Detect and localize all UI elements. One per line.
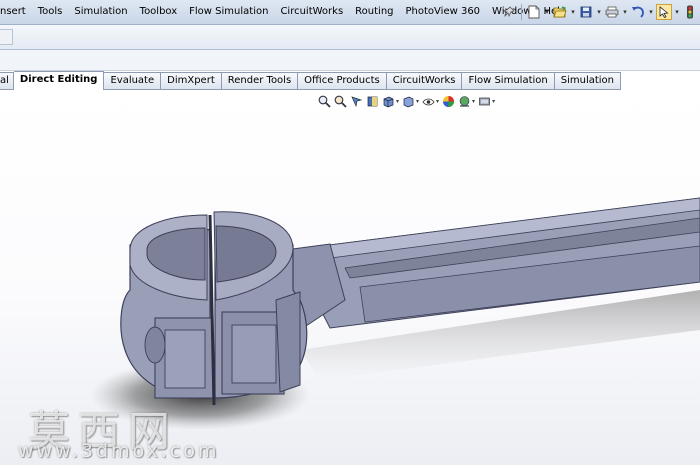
- select-dropdown-chevron-icon[interactable]: ▾: [674, 8, 680, 16]
- tab-features[interactable]: al: [0, 72, 14, 90]
- bolt-boss-right-face: [231, 324, 277, 384]
- open-dropdown-chevron-icon[interactable]: ▾: [570, 8, 576, 16]
- print-icon[interactable]: [604, 4, 620, 20]
- menu-toolbox[interactable]: Toolbox: [134, 0, 184, 24]
- zoom-area-icon[interactable]: [334, 95, 347, 108]
- new-dropdown-chevron-icon[interactable]: ▾: [544, 8, 550, 16]
- undo-dropdown-chevron-icon[interactable]: ▾: [648, 8, 654, 16]
- secondary-toolbar: [0, 25, 700, 50]
- menu-flow-simulation[interactable]: Flow Simulation: [183, 0, 274, 24]
- select-icon[interactable]: [656, 4, 672, 20]
- edit-appearance-icon[interactable]: [442, 95, 455, 108]
- menu-photoview-360[interactable]: PhotoView 360: [400, 0, 487, 24]
- display-style-icon[interactable]: [402, 95, 415, 108]
- save-icon[interactable]: [578, 4, 594, 20]
- tab-dimxpert[interactable]: DimXpert: [161, 72, 222, 90]
- menu-routing[interactable]: Routing: [349, 0, 399, 24]
- pin-icon[interactable]: [501, 4, 517, 20]
- traffic-light-icon[interactable]: [682, 4, 698, 20]
- apply-scene-dropdown-icon[interactable]: ▾: [472, 98, 475, 105]
- tab-circuitworks[interactable]: CircuitWorks: [386, 72, 463, 90]
- tab-evaluate[interactable]: Evaluate: [104, 72, 162, 90]
- tab-render-tools[interactable]: Render Tools: [221, 72, 299, 90]
- section-view-icon[interactable]: [366, 95, 379, 108]
- pin-detail: [144, 326, 166, 364]
- print-dropdown-chevron-icon[interactable]: ▾: [622, 8, 628, 16]
- new-document-icon[interactable]: [526, 4, 542, 20]
- view-settings-dropdown-icon[interactable]: ▾: [492, 98, 495, 105]
- previous-view-icon[interactable]: [350, 95, 363, 108]
- menu-tools[interactable]: Tools: [32, 0, 69, 24]
- save-dropdown-chevron-icon[interactable]: ▾: [596, 8, 602, 16]
- heads-up-view-toolbar: ▾ ▾ ▾ ▾ ▾: [318, 93, 495, 109]
- menu-insert[interactable]: nsert: [0, 0, 32, 24]
- tab-office-products[interactable]: Office Products: [298, 72, 387, 90]
- property-manager-icon[interactable]: [0, 29, 13, 45]
- view-orientation-dropdown-icon[interactable]: ▾: [396, 98, 399, 105]
- view-settings-icon[interactable]: [478, 95, 491, 108]
- bolt-boss-left-face: [164, 329, 206, 389]
- standard-toolbar: ▾ ▾ ▾ ▾ ▾ ▾: [501, 0, 700, 24]
- menu-simulation[interactable]: Simulation: [68, 0, 133, 24]
- tab-flow-simulation[interactable]: Flow Simulation: [462, 72, 555, 90]
- command-manager-tabs: al Direct Editing Evaluate DimXpert Rend…: [0, 71, 622, 90]
- command-manager-strip: [0, 50, 700, 71]
- display-style-dropdown-icon[interactable]: ▾: [416, 98, 419, 105]
- toolbar-separator: [521, 4, 522, 20]
- apply-scene-icon[interactable]: [458, 95, 471, 108]
- tab-simulation[interactable]: Simulation: [554, 72, 622, 90]
- menu-circuitworks[interactable]: CircuitWorks: [274, 0, 349, 24]
- bolt-boss-right-side: [275, 291, 301, 393]
- hide-show-icon[interactable]: [422, 95, 435, 108]
- menu-bar: nsert Tools Simulation Toolbox Flow Simu…: [0, 0, 700, 25]
- zoom-to-fit-icon[interactable]: [318, 95, 331, 108]
- hide-show-dropdown-icon[interactable]: ▾: [436, 98, 439, 105]
- undo-icon[interactable]: [630, 4, 646, 20]
- view-orientation-icon[interactable]: [382, 95, 395, 108]
- watermark-url: www.3dmox.com: [18, 440, 220, 462]
- tab-direct-editing[interactable]: Direct Editing: [13, 71, 105, 90]
- open-icon[interactable]: [552, 4, 568, 20]
